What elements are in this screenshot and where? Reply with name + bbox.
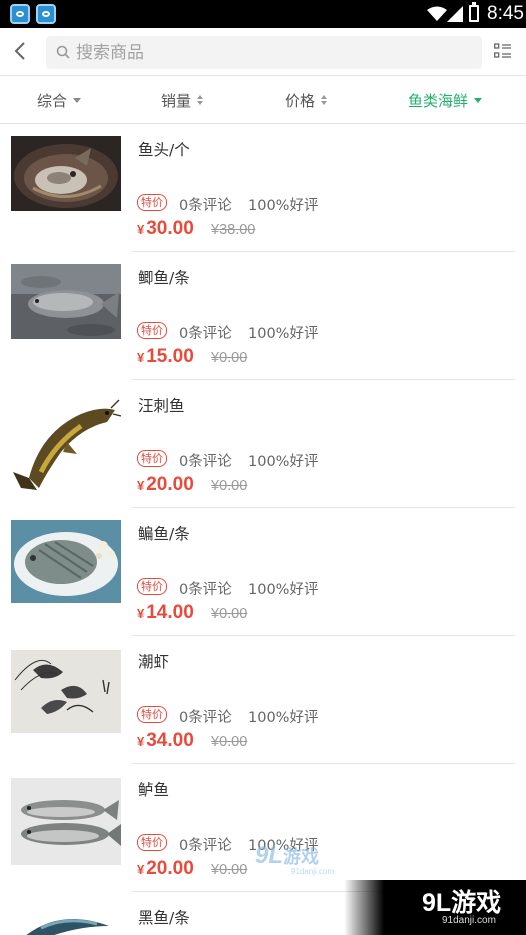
review-count: 0条评论 xyxy=(179,326,232,342)
tab-label: 销量 xyxy=(161,91,192,110)
price-value: 30.00 xyxy=(146,218,194,239)
product-image-sea-bass xyxy=(11,778,121,865)
product-image-fish-head xyxy=(11,136,121,211)
app-notification-icon xyxy=(36,4,56,24)
review-count: 0条评论 xyxy=(179,582,232,598)
special-offer-badge: 特价 xyxy=(137,322,167,339)
price: ¥14.00 xyxy=(137,602,194,624)
original-price: ¥0.00 xyxy=(211,862,248,878)
app-notification-icon xyxy=(10,4,30,24)
special-offer-badge: 特价 xyxy=(137,706,167,723)
product-name: 汪刺鱼 xyxy=(138,397,185,415)
review-count: 0条评论 xyxy=(179,198,232,214)
original-price: ¥0.00 xyxy=(211,734,248,750)
special-offer-badge: 特价 xyxy=(137,194,167,211)
review-count: 0条评论 xyxy=(179,838,232,854)
price: ¥20.00 xyxy=(137,858,194,880)
sort-icon xyxy=(321,95,328,105)
review-count: 0条评论 xyxy=(179,454,232,470)
special-offer-badge: 特价 xyxy=(137,578,167,595)
price: ¥20.00 xyxy=(137,474,194,496)
tab-comprehensive[interactable]: 综合 xyxy=(37,76,82,124)
product-item[interactable]: 鱼头/个 特价 0条评论 100%好评 ¥30.00 ¥38.00 xyxy=(0,124,526,252)
watermark-banner-url: 91danji.com xyxy=(442,915,496,926)
product-item[interactable]: 鲫鱼/条 特价 0条评论 100%好评 ¥15.00 ¥0.00 xyxy=(0,252,526,380)
tab-label: 综合 xyxy=(37,91,68,110)
status-bar: 8:45 xyxy=(0,0,526,28)
tab-label: 鱼类海鲜 xyxy=(408,91,469,110)
original-price: ¥0.00 xyxy=(211,478,248,494)
caret-down-icon xyxy=(73,97,82,103)
caret-down-icon xyxy=(474,97,483,103)
list-view-toggle-icon[interactable] xyxy=(494,43,512,59)
product-image-snakehead xyxy=(11,906,121,935)
tab-label: 价格 xyxy=(285,91,316,110)
product-image-shrimp xyxy=(11,650,121,733)
product-image-yellow-catfish xyxy=(11,392,121,496)
product-name: 鲫鱼/条 xyxy=(138,269,190,287)
price: ¥15.00 xyxy=(137,346,194,368)
price-value: 15.00 xyxy=(146,346,194,367)
search-header xyxy=(0,28,526,76)
product-image-crucian-carp xyxy=(11,264,121,339)
status-time: 8:45 xyxy=(487,3,524,24)
positive-rating: 100%好评 xyxy=(248,326,319,342)
special-offer-badge: 特价 xyxy=(137,834,167,851)
price-value: 20.00 xyxy=(146,858,194,879)
watermark-banner: 9L游戏 91danji.com xyxy=(344,880,526,935)
special-offer-badge: 特价 xyxy=(137,450,167,467)
tab-sales[interactable]: 销量 xyxy=(161,76,204,124)
watermark-banner-logo: 9L游戏 xyxy=(422,889,502,917)
product-name: 鱼头/个 xyxy=(138,141,190,159)
battery-icon xyxy=(469,2,479,22)
original-price: ¥38.00 xyxy=(211,222,256,238)
product-name: 黑鱼/条 xyxy=(138,909,190,927)
signal-icon xyxy=(447,6,463,22)
search-box[interactable] xyxy=(46,36,482,69)
currency-symbol: ¥ xyxy=(137,734,145,749)
product-item[interactable]: 潮虾 特价 0条评论 100%好评 ¥34.00 ¥0.00 xyxy=(0,636,526,764)
product-name: 鲈鱼 xyxy=(138,781,170,799)
tab-category-seafood[interactable]: 鱼类海鲜 xyxy=(408,76,483,124)
positive-rating: 100%好评 xyxy=(248,198,319,214)
sort-icon xyxy=(197,95,204,105)
currency-symbol: ¥ xyxy=(137,478,145,493)
currency-symbol: ¥ xyxy=(137,222,145,237)
price: ¥34.00 xyxy=(137,730,194,752)
tab-price[interactable]: 价格 xyxy=(285,76,328,124)
product-item[interactable]: 汪刺鱼 特价 0条评论 100%好评 ¥20.00 ¥0.00 xyxy=(0,380,526,508)
review-count: 0条评论 xyxy=(179,710,232,726)
price-value: 34.00 xyxy=(146,730,194,751)
price: ¥30.00 xyxy=(137,218,194,240)
positive-rating: 100%好评 xyxy=(248,454,319,470)
wifi-icon xyxy=(427,6,447,21)
positive-rating: 100%好评 xyxy=(248,710,319,726)
product-item[interactable]: 鳊鱼/条 特价 0条评论 100%好评 ¥14.00 ¥0.00 xyxy=(0,508,526,636)
filter-tabs: 综合 销量 价格 鱼类海鲜 xyxy=(0,76,526,124)
product-name: 潮虾 xyxy=(138,653,170,671)
currency-symbol: ¥ xyxy=(137,350,145,365)
back-arrow-icon[interactable] xyxy=(8,38,34,64)
product-image-bream xyxy=(11,520,121,603)
search-input[interactable] xyxy=(76,36,466,69)
search-icon xyxy=(56,45,70,59)
watermark-logo: 9L游戏 91danji.com xyxy=(255,842,335,876)
positive-rating: 100%好评 xyxy=(248,582,319,598)
product-item[interactable]: 鲈鱼 特价 0条评论 100%好评 ¥20.00 ¥0.00 xyxy=(0,764,526,892)
price-value: 20.00 xyxy=(146,474,194,495)
currency-symbol: ¥ xyxy=(137,862,145,877)
currency-symbol: ¥ xyxy=(137,606,145,621)
original-price: ¥0.00 xyxy=(211,606,248,622)
original-price: ¥0.00 xyxy=(211,350,248,366)
price-value: 14.00 xyxy=(146,602,194,623)
product-name: 鳊鱼/条 xyxy=(138,525,190,543)
